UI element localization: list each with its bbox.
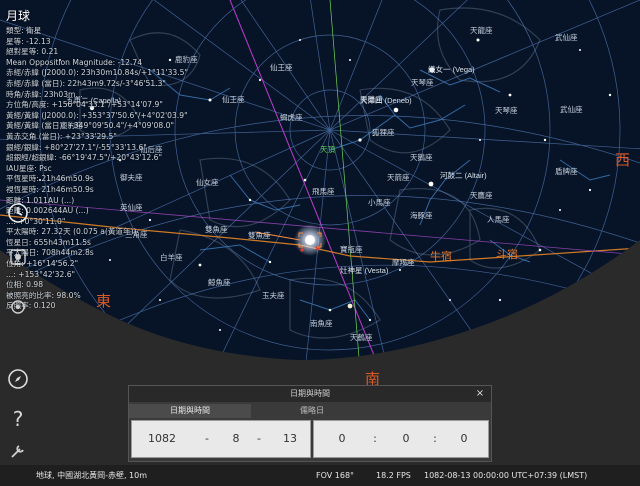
svg-text:摩羯座: 摩羯座 <box>392 257 415 267</box>
tab-datetime[interactable]: 日期與時間 <box>129 404 251 418</box>
info-line: 位相: 0.98 <box>6 280 44 290</box>
svg-text:人馬座: 人馬座 <box>487 214 510 224</box>
time-separator: : <box>373 432 377 445</box>
svg-text:武仙座: 武仙座 <box>555 32 578 42</box>
svg-text:小馬座: 小馬座 <box>368 197 391 207</box>
compass-west: 西 <box>615 152 630 169</box>
minute-input[interactable]: 0 <box>394 421 418 457</box>
time-separator: : <box>433 432 437 445</box>
date-time-dialog: 日期與時間 × 日期與時間 儒略日 1082 - 8 - 13 0 : 0 : … <box>128 385 492 462</box>
svg-text:南魚座: 南魚座 <box>310 318 333 328</box>
svg-text:河鼓二 (Altair): 河鼓二 (Altair) <box>440 170 487 180</box>
day-input[interactable]: 13 <box>278 421 302 457</box>
date-separator: - <box>205 432 209 445</box>
svg-text:飛馬座: 飛馬座 <box>312 186 335 196</box>
info-line: 平恆星時: 21h46m50.9s <box>6 174 94 184</box>
info-line: 位角: +16°14'56.2" <box>6 259 79 269</box>
datetime-text[interactable]: 1082-08-13 00:00:00 UTC+07:39 (LMST) <box>424 465 587 486</box>
info-line: 超銀經/超銀緯: -66°19'47.5"/+20°43'12.6" <box>6 153 162 163</box>
tab-julian-day[interactable]: 儒略日 <box>251 404 373 418</box>
month-input[interactable]: 8 <box>224 421 248 457</box>
object-info-panel: 月球 類型: 衛星 星等: -12.13 絕對星等: 0.21 Mean Opp… <box>6 8 246 312</box>
svg-text:寶瓶座: 寶瓶座 <box>340 244 363 254</box>
date-field-group: 1082 - 8 - 13 <box>131 420 311 458</box>
svg-text:天鵝座: 天鵝座 <box>410 152 433 162</box>
fov-text: FOV 168° <box>316 471 355 480</box>
svg-text:武仙座: 武仙座 <box>560 104 583 114</box>
svg-text:天琴座: 天琴座 <box>411 77 434 87</box>
hour-input[interactable]: 0 <box>330 421 354 457</box>
fps-text: 18.2 FPS <box>376 471 411 480</box>
clock-icon[interactable] <box>6 201 30 225</box>
info-line: 反照率: 0.120 <box>6 301 56 311</box>
date-separator: - <box>257 432 261 445</box>
info-line: IAU星座: Psc <box>6 163 52 173</box>
status-bar: 地球, 中國湖北黃岡-赤壁, 10m FOV 168° 18.2 FPS 108… <box>0 465 640 486</box>
svg-text:天鶴座: 天鶴座 <box>350 332 373 342</box>
svg-text:海豚座: 海豚座 <box>410 210 433 220</box>
info-line: 恆星日: 655h43m11.5s <box>6 237 91 247</box>
planet-marker <box>347 303 353 309</box>
svg-text:天頂: 天頂 <box>320 145 335 154</box>
svg-text:天龍座: 天龍座 <box>470 25 493 35</box>
dialog-tabs: 日期與時間 儒略日 <box>129 404 491 418</box>
svg-text:天箭座: 天箭座 <box>387 172 410 182</box>
settings-icon[interactable] <box>6 295 30 319</box>
close-button[interactable]: × <box>474 386 486 402</box>
left-toolbar: ? <box>0 195 34 465</box>
second-input[interactable]: 0 <box>452 421 476 457</box>
info-line: 黃赤交角 (當日): +23°33'29.5" <box>6 131 117 141</box>
svg-text:雙魚座: 雙魚座 <box>248 230 271 240</box>
info-line: 赤經/赤緯 (當日): 22h43m9.72s/-3°46'51.3" <box>6 78 166 88</box>
info-line: Mean Opposition Magnitude: -12.74 <box>6 57 143 67</box>
info-line: 距離: 1.011AU (...) <box>6 195 75 205</box>
info-line: 平太陽時: 27.32天 (0.075 a(黃道年)) <box>6 227 137 237</box>
info-line: 黃經/黃緯 (J2000.0): +353°37'50.6"/+4°02'03.… <box>6 110 188 120</box>
info-line: 被照亮的比率: 98.0% <box>6 290 81 300</box>
info-line: 赤經/赤緯 (J2000.0): 23h30m10.84s/+1°11'33.5… <box>6 68 188 78</box>
info-line: 方位角/高度: +156°04'33.1"/+53°14'07.9" <box>6 100 163 110</box>
svg-text:天鷹座: 天鷹座 <box>470 190 493 200</box>
svg-text:狐狸座: 狐狸座 <box>372 127 395 137</box>
svg-text:天津四 (Deneb): 天津四 (Deneb) <box>360 96 412 105</box>
info-line: ...: +0°30'11.0" <box>6 216 66 226</box>
info-line: 絕對星等: 0.21 <box>6 47 59 57</box>
svg-text:斗宿: 斗宿 <box>496 247 518 261</box>
info-line: 時角/赤緯: 23h03m... <box>6 89 83 99</box>
info-line: 星等: -12.13 <box>6 36 51 46</box>
object-name: 月球 <box>6 9 31 23</box>
svg-text:蝎虎座: 蝎虎座 <box>280 112 303 122</box>
dialog-title: 日期與時間 <box>129 386 491 402</box>
svg-text:織女一 (Vega): 織女一 (Vega) <box>428 64 475 74</box>
svg-text:天琴座: 天琴座 <box>495 105 518 115</box>
time-field-group: 0 : 0 : 0 <box>313 420 489 458</box>
info-line: 銀經/銀緯: +80°27'27.1"/-55°33'13.6" <box>6 142 147 152</box>
datetime-fields: 1082 - 8 - 13 0 : 0 : 0 <box>131 420 489 458</box>
location-icon[interactable] <box>6 245 30 269</box>
help-icon[interactable]: ? <box>6 407 30 431</box>
svg-text:仙王座: 仙王座 <box>270 62 293 72</box>
svg-text:灶神星 (Vesta): 灶神星 (Vesta) <box>340 265 389 275</box>
svg-text:盾牌座: 盾牌座 <box>555 166 578 176</box>
svg-text:牛宿: 牛宿 <box>430 249 452 263</box>
info-line: 平太陽日: 708h44m2.8s <box>6 248 94 258</box>
info-line: 視恆星時: 21h46m50.9s <box>6 184 94 194</box>
info-line: 類型: 衛星 <box>6 26 42 35</box>
year-input[interactable]: 1082 <box>142 421 182 457</box>
info-line: 黃經/黃緯 (當日): +349°09'50.4"/+4°09'08.0" <box>6 121 174 131</box>
info-line: 距離: 0.002644AU (...) <box>6 206 89 216</box>
compass-icon[interactable] <box>6 367 30 391</box>
location-text[interactable]: 地球, 中國湖北黃岡-赤壁, 10m <box>36 465 147 486</box>
svg-text:玉夫座: 玉夫座 <box>262 290 285 300</box>
tool-icon[interactable] <box>6 439 30 463</box>
info-line: ...: +153°42'32.6" <box>6 269 76 279</box>
